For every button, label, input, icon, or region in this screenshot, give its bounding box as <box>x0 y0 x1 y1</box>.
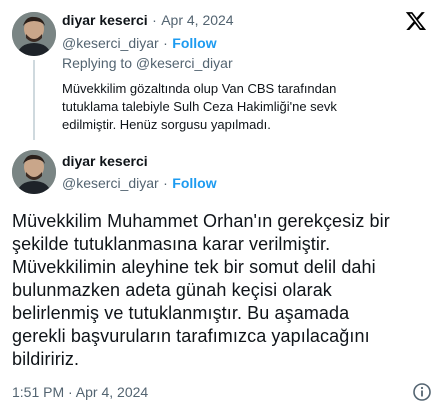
follow-button[interactable]: Follow <box>172 35 216 51</box>
info-icon[interactable] <box>412 382 432 402</box>
x-logo-icon[interactable] <box>405 10 427 32</box>
text-line: belirlenmiş ve tutuklanmıştır. Bu aşamad… <box>12 303 350 323</box>
author-name[interactable]: diyar keserci <box>62 153 148 169</box>
tweet-timestamp[interactable]: 1:51 PM · Apr 4, 2024 <box>12 384 148 400</box>
avatar[interactable] <box>12 150 56 194</box>
tweet-text: Müvekkilim Muhammet Orhan'ın gerekçesiz … <box>12 210 390 371</box>
author-handle[interactable]: @keserci_diyar <box>62 175 159 191</box>
separator-dot: · <box>163 175 168 191</box>
text-line: edilmiştir. Henüz sorgusu yapılmadı. <box>62 117 271 132</box>
quoted-tweet-text: Müvekkilim gözaltında olup Van CBS taraf… <box>62 80 337 134</box>
separator-dot: · <box>152 12 157 28</box>
separator-dot: · <box>163 35 168 51</box>
text-line: bildiririz. <box>12 349 80 369</box>
text-line: Müvekkilimin aleyhine tek bir somut deli… <box>12 257 376 277</box>
tweet-date[interactable]: Apr 4, 2024 <box>161 12 233 28</box>
text-line: tutuklama talebiyle Sulh Ceza Hakimliği'… <box>62 99 337 114</box>
author-name[interactable]: diyar keserci <box>62 12 148 28</box>
text-line: Müvekkilim Muhammet Orhan'ın gerekçesiz … <box>12 211 390 231</box>
follow-button[interactable]: Follow <box>172 175 216 191</box>
text-line: Müvekkilim gözaltında olup Van CBS taraf… <box>62 81 337 96</box>
thread-connector <box>33 60 35 140</box>
avatar[interactable] <box>12 12 56 56</box>
author-handle[interactable]: @keserci_diyar <box>62 35 159 51</box>
replying-to[interactable]: Replying to @keserci_diyar <box>62 55 233 71</box>
text-line: bulunmazken adeta günah keçisi olarak <box>12 280 332 300</box>
text-line: gerekli başvuruların tarafımızca yapılac… <box>12 326 370 346</box>
text-line: şekilde tutuklanmasına karar verilmiştir… <box>12 234 331 254</box>
